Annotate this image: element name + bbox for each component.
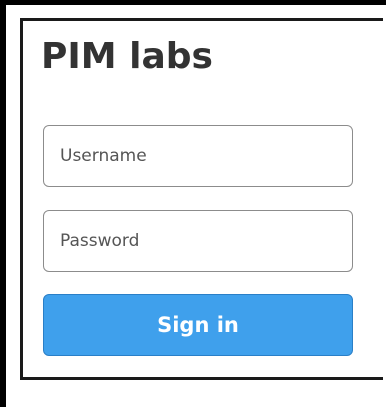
sign-in-button[interactable]: Sign in bbox=[43, 294, 353, 356]
login-panel: PIM labs Sign in bbox=[20, 18, 383, 380]
username-input[interactable] bbox=[43, 125, 353, 187]
password-input[interactable] bbox=[43, 210, 353, 272]
window-top-edge bbox=[0, 0, 386, 5]
brand-title: PIM labs bbox=[41, 36, 213, 77]
window-left-edge bbox=[0, 0, 6, 407]
